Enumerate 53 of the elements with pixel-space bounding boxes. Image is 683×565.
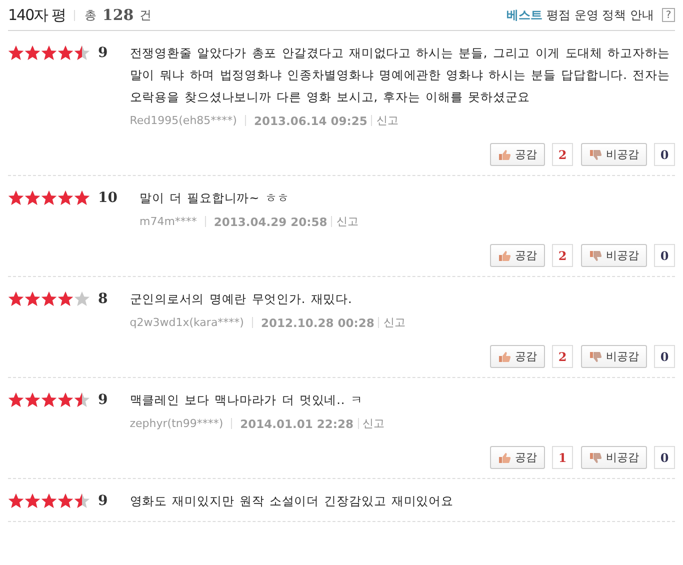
rating-score: 8 — [98, 291, 108, 307]
rating-score: 10 — [98, 190, 118, 206]
review-text: 영화도 재미있지만 원작 소설이더 긴장감있고 재미있어요 — [130, 493, 454, 510]
report-link[interactable]: 신고 — [383, 315, 406, 330]
dislike-button[interactable]: 비공감 — [581, 446, 647, 469]
dislike-button[interactable]: 비공감 — [581, 244, 647, 267]
rating-score: 9 — [98, 392, 108, 408]
thumbs-down-icon — [589, 350, 602, 362]
report-link[interactable]: 신고 — [362, 416, 385, 431]
like-count: 1 — [552, 446, 573, 469]
thumbs-down-icon — [589, 148, 602, 160]
user-name: zephyr(tn99****) — [130, 417, 224, 430]
rating-score: 9 — [98, 45, 108, 61]
like-count: 2 — [552, 244, 573, 267]
dislike-count: 0 — [654, 244, 675, 267]
dislike-count: 0 — [654, 143, 675, 166]
help-button[interactable]: ? — [662, 8, 675, 22]
user-name: m74m**** — [139, 215, 197, 228]
dislike-button[interactable]: 비공감 — [581, 345, 647, 368]
review-text: 말이 더 필요합니까~ ㅎㅎ — [139, 190, 291, 207]
report-link[interactable]: 신고 — [336, 214, 358, 229]
like-button[interactable]: 공감 — [490, 345, 545, 368]
rating-score: 9 — [98, 493, 108, 509]
review-date: 2013.04.29 20:58 — [214, 214, 328, 228]
like-count: 2 — [552, 143, 573, 166]
thumbs-up-icon — [498, 452, 511, 464]
review-date: 2014.01.01 22:28 — [240, 416, 354, 430]
thumbs-down-icon — [589, 452, 602, 464]
dislike-button[interactable]: 비공감 — [581, 143, 647, 166]
like-button[interactable]: 공감 — [490, 244, 545, 267]
review-date: 2013.06.14 09:25 — [254, 114, 368, 128]
thumbs-up-icon — [498, 350, 511, 362]
thumbs-up-icon — [498, 250, 511, 262]
like-count: 2 — [552, 345, 573, 368]
best-link[interactable]: 베스트 — [506, 6, 543, 24]
policy-link[interactable]: 평점 운영 정책 안내 — [546, 6, 654, 24]
report-link[interactable]: 신고 — [376, 113, 398, 128]
thumbs-down-icon — [589, 250, 602, 262]
total-label: 총 — [84, 6, 96, 24]
like-button[interactable]: 공감 — [490, 143, 545, 166]
total-count: 128 — [102, 6, 134, 24]
thumbs-up-icon — [498, 148, 511, 160]
review-text: 맥클레인 보다 맥나마라가 더 멋있네.. ㅋ — [130, 392, 364, 409]
like-button[interactable]: 공감 — [490, 446, 545, 469]
user-name: Red1995(eh85****) — [130, 114, 237, 127]
review-text: 전쟁영환줄 알았다가 총포 안갈겼다고 재미없다고 하시는 분들, 그리고 이게 도대체 하고자하는 말이 뭐냐 하며 법정영화냐 인종차별영화냐 명예에관한 영화냐 하시는 분들 답답합니다. 전자는 오락용을 찾으셨나보니까 다른 영화 보시고, 후자는 이해를 못하셨군요 — [130, 45, 671, 106]
dislike-count: 0 — [654, 446, 675, 469]
user-name: q2w3wd1x(kara****) — [130, 316, 244, 329]
review-text: 군인의로서의 명예란 무엇인가. 재밌다. — [130, 291, 354, 308]
count-unit: 건 — [140, 6, 152, 24]
section-title: 140자 평 — [8, 6, 66, 24]
review-date: 2012.10.28 00:28 — [260, 316, 374, 330]
dislike-count: 0 — [654, 345, 675, 368]
